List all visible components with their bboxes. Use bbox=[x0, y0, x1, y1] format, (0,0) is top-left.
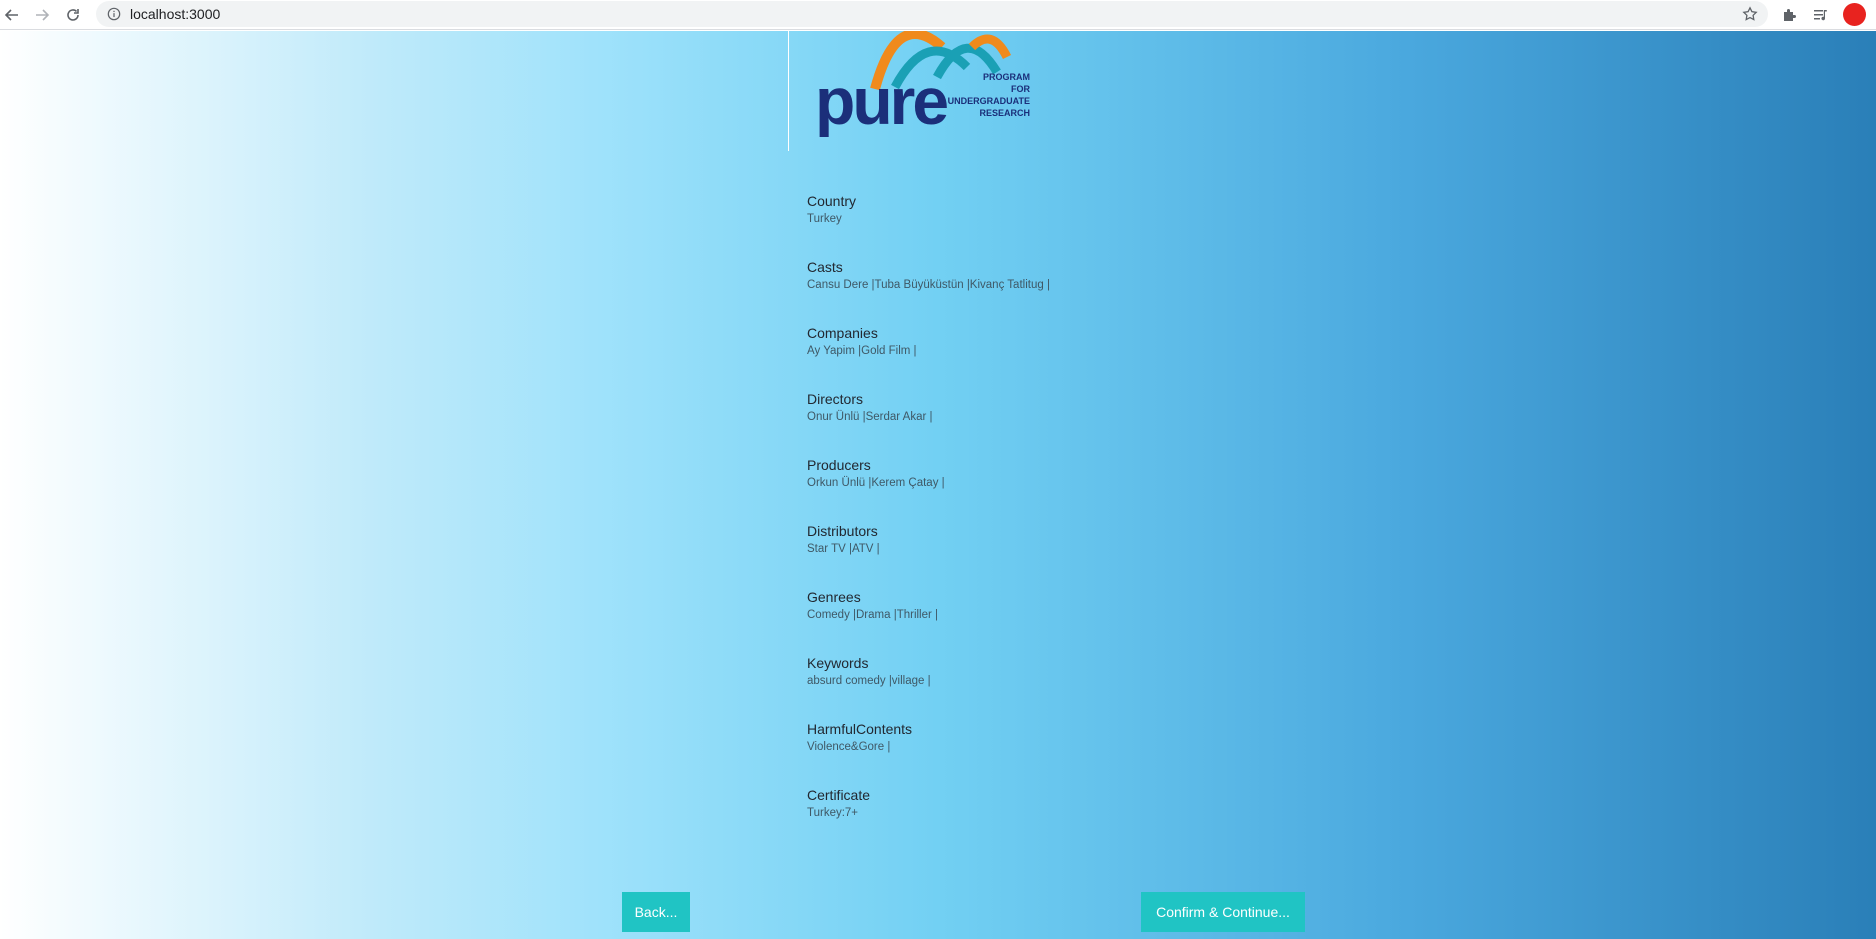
detail-label: Certificate bbox=[807, 787, 871, 803]
detail-producers: Producers Orkun Ünlü |Kerem Çatay | bbox=[807, 456, 1050, 522]
detail-label: Keywords bbox=[807, 655, 869, 671]
detail-value: absurd comedy |village | bbox=[807, 675, 931, 687]
logo-container: pure PROGRAM FOR UNDERGRADUATE RESEARCH bbox=[788, 31, 1078, 151]
detail-companies: Companies Ay Yapim |Gold Film | bbox=[807, 324, 1050, 390]
profile-avatar[interactable] bbox=[1843, 3, 1866, 26]
logo-tagline-1: PROGRAM bbox=[983, 72, 1030, 82]
bookmark-star-icon[interactable] bbox=[1742, 6, 1758, 22]
detail-label: Directors bbox=[807, 391, 864, 407]
address-bar[interactable]: localhost:3000 bbox=[96, 1, 1768, 27]
detail-label: Companies bbox=[807, 325, 878, 341]
url-text: localhost:3000 bbox=[130, 6, 221, 22]
confirm-continue-button[interactable]: Confirm & Continue... bbox=[1141, 892, 1305, 932]
logo-tagline-3: UNDERGRADUATE bbox=[948, 96, 1030, 106]
detail-value: Orkun Ünlü |Kerem Çatay | bbox=[807, 477, 945, 489]
pure-logo: pure PROGRAM FOR UNDERGRADUATE RESEARCH bbox=[817, 31, 1030, 137]
logo-wordmark: pure bbox=[817, 64, 947, 137]
detail-distributors: Distributors Star TV |ATV | bbox=[807, 522, 1050, 588]
logo-tagline-4: RESEARCH bbox=[979, 108, 1030, 118]
detail-label: Country bbox=[807, 193, 857, 209]
media-control-icon[interactable] bbox=[1810, 4, 1832, 26]
back-arrow-icon[interactable] bbox=[0, 3, 24, 27]
extensions-puzzle-icon[interactable] bbox=[1778, 4, 1800, 26]
movie-details-list: Country Turkey Casts Cansu Dere |Tuba Bü… bbox=[807, 192, 1050, 852]
detail-value: Comedy |Drama |Thriller | bbox=[807, 609, 939, 621]
detail-value: Star TV |ATV | bbox=[807, 543, 880, 555]
detail-label: Genrees bbox=[807, 589, 861, 605]
detail-value: Ay Yapim |Gold Film | bbox=[807, 345, 917, 357]
detail-label: Producers bbox=[807, 457, 871, 473]
logo-tagline-2: FOR bbox=[1011, 84, 1030, 94]
detail-label: Casts bbox=[807, 259, 843, 275]
detail-genres: Genrees Comedy |Drama |Thriller | bbox=[807, 588, 1050, 654]
detail-harmful-contents: HarmfulContents Violence&Gore | bbox=[807, 720, 1050, 786]
browser-toolbar: localhost:3000 bbox=[0, 0, 1876, 30]
page-background: pure PROGRAM FOR UNDERGRADUATE RESEARCH … bbox=[0, 31, 1876, 939]
detail-country: Country Turkey bbox=[807, 192, 1050, 258]
detail-value: Turkey bbox=[807, 213, 842, 225]
detail-label: HarmfulContents bbox=[807, 721, 913, 737]
detail-certificate: Certificate Turkey:7+ bbox=[807, 786, 1050, 852]
detail-directors: Directors Onur Ünlü |Serdar Akar | bbox=[807, 390, 1050, 456]
detail-value: Violence&Gore | bbox=[807, 741, 891, 753]
detail-keywords: Keywords absurd comedy |village | bbox=[807, 654, 1050, 720]
detail-label: Distributors bbox=[807, 523, 878, 539]
detail-value: Turkey:7+ bbox=[807, 807, 859, 819]
back-button[interactable]: Back... bbox=[622, 892, 690, 932]
detail-value: Onur Ünlü |Serdar Akar | bbox=[807, 411, 933, 423]
detail-value: Cansu Dere |Tuba Büyüküstün |Kivanç Tatl… bbox=[807, 279, 1050, 291]
detail-casts: Casts Cansu Dere |Tuba Büyüküstün |Kivan… bbox=[807, 258, 1050, 324]
reload-icon[interactable] bbox=[61, 3, 85, 27]
site-info-icon[interactable] bbox=[106, 6, 122, 22]
forward-arrow-icon[interactable] bbox=[30, 3, 54, 27]
